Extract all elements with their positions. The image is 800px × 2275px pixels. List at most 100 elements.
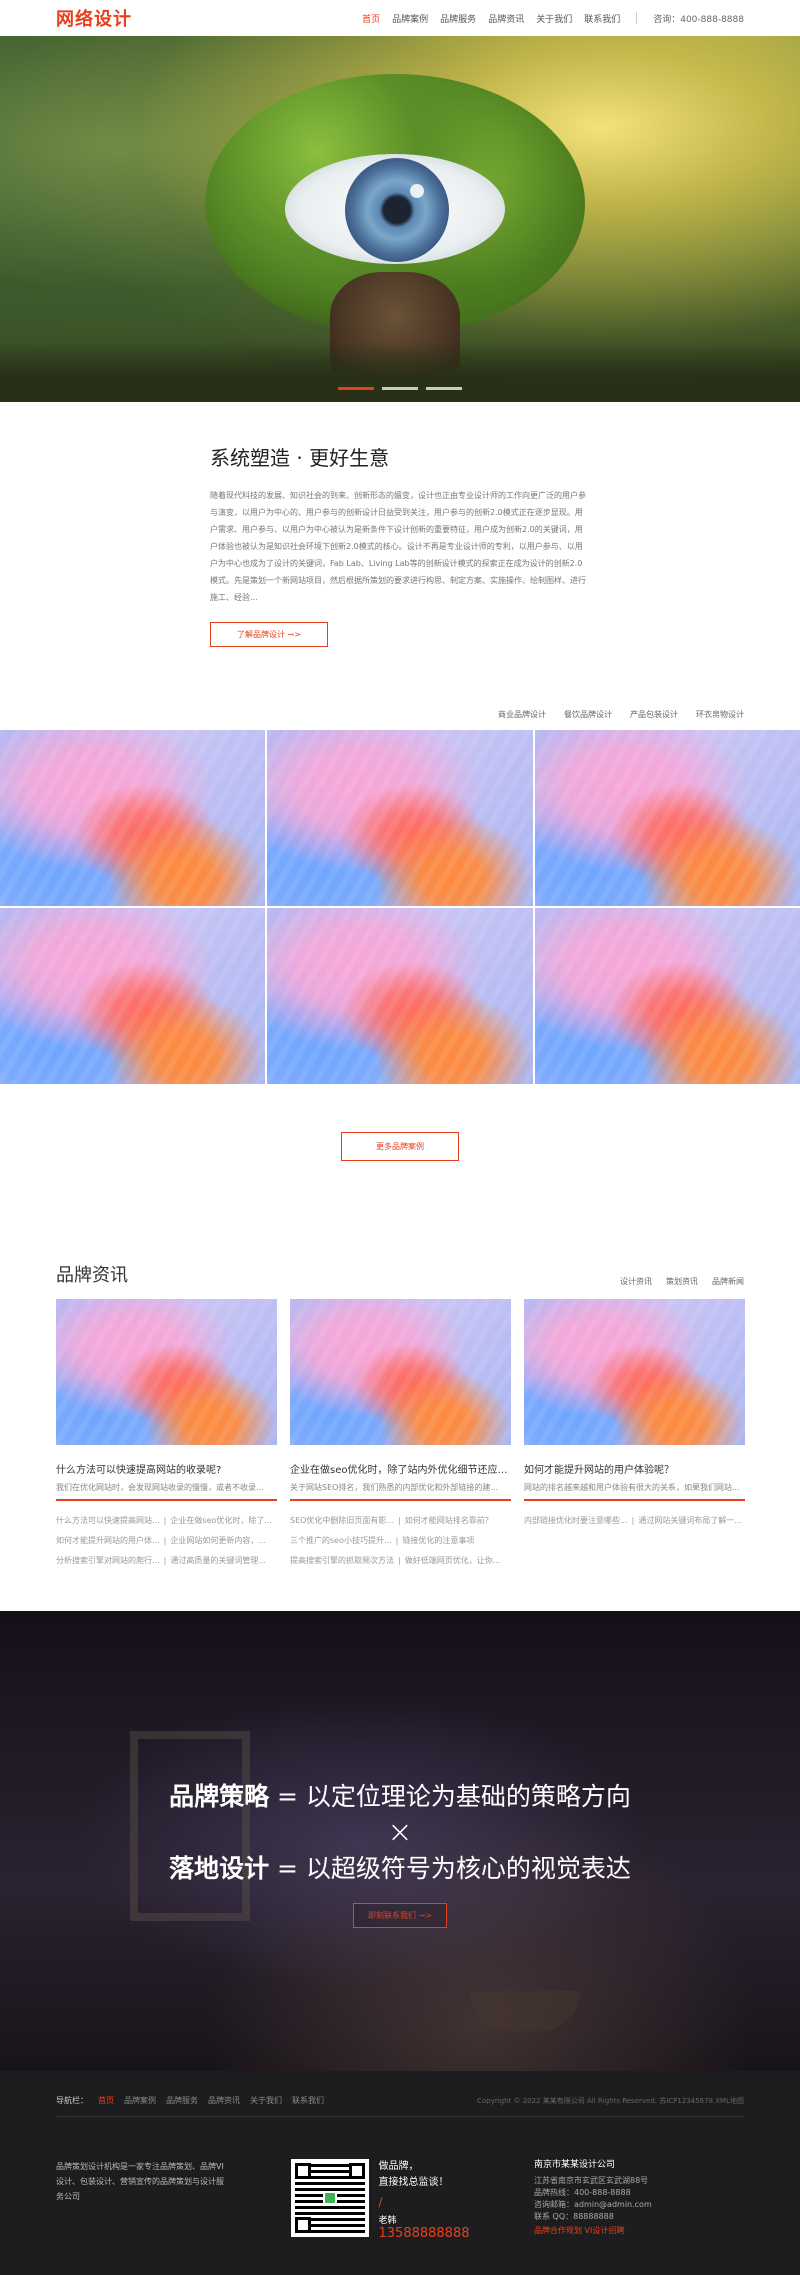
nav-item-news[interactable]: 品牌资讯 <box>488 12 524 25</box>
case-thumbnail[interactable] <box>267 908 533 1084</box>
tab-packaging[interactable]: 产品包装设计 <box>630 709 678 720</box>
nav-item-home[interactable]: 首页 <box>362 12 380 25</box>
site-header: 网络设计 首页 品牌案例 品牌服务 品牌资讯 关于我们 联系我们 咨询：400-… <box>0 0 800 36</box>
slogan-banner: 品牌策略 = 以定位理论为基础的策略方向 × 落地设计 = 以超级符号为核心的视… <box>0 1611 800 2071</box>
news-link[interactable]: 如何才能提升网站的用户体... <box>56 1531 160 1551</box>
news-card-summary: 我们在优化网站时，会发现网站收录的慢慢，或者不收录... <box>56 1482 277 1501</box>
company-name: 南京市某某设计公司 <box>533 2160 615 2170</box>
news-card-title[interactable]: 企业在做seo优化时，除了站内外优化细节还应注... <box>290 1461 511 1476</box>
news-section: 品牌资讯 设计资讯 策划资讯 品牌新闻 什么方法可以快速提高网站的收录呢? 我们… <box>0 1261 800 1611</box>
more-cases-wrap: 更多品牌案例 <box>0 1084 800 1261</box>
nav-item-cases[interactable]: 品牌案例 <box>392 12 428 25</box>
contact-us-button[interactable]: 即刻联系我们 ⊸> <box>353 1903 447 1928</box>
news-grid: 什么方法可以快速提高网站的收录呢? 我们在优化网站时，会发现网站收录的慢慢，或者… <box>56 1299 745 1571</box>
slider-dot-2[interactable] <box>382 387 418 390</box>
nav-item-contact[interactable]: 联系我们 <box>584 12 620 25</box>
news-card: 如何才能提升网站的用户体验呢？ 网站的排名越来越和用户体验有很大的关系，如果我们… <box>524 1299 745 1571</box>
hero-eye-iris <box>345 158 449 262</box>
slider-dot-1[interactable] <box>338 387 374 390</box>
news-thumbnail[interactable] <box>56 1299 277 1445</box>
tab-restaurant-brand[interactable]: 餐饮品牌设计 <box>564 709 612 720</box>
company-email[interactable]: 咨询邮箱：admin@admin.com <box>534 2199 744 2211</box>
hero-banner[interactable] <box>0 36 800 402</box>
case-thumbnail[interactable] <box>0 908 266 1084</box>
slider-dot-3[interactable] <box>426 387 462 390</box>
wechat-qr-code <box>290 2159 369 2237</box>
nav-divider <box>636 12 638 24</box>
company-intro: 品牌策划设计机构是一家专注品牌策划、品牌VI设计、包装设计、营销宣传的品牌策划与… <box>56 2162 224 2201</box>
nav-item-services[interactable]: 品牌服务 <box>440 12 476 25</box>
footer-info: 品牌策划设计机构是一家专注品牌策划、品牌VI设计、包装设计、营销宣传的品牌策划与… <box>56 2159 744 2241</box>
qr-logo-icon <box>322 2191 337 2205</box>
news-link[interactable]: 如何才能网站排名靠前？ <box>405 1511 493 1531</box>
case-gallery <box>0 730 800 1084</box>
news-card-summary: 网站的排名越来越和用户体验有很大的关系，如果我们网站... <box>524 1482 745 1501</box>
more-cases-button[interactable]: 更多品牌案例 <box>341 1132 459 1161</box>
news-card-title[interactable]: 什么方法可以快速提高网站的收录呢? <box>56 1461 277 1476</box>
news-title: 品牌资讯 <box>56 1265 128 1286</box>
footer-nav-contact[interactable]: 联系我们 <box>292 2095 324 2106</box>
footer-nav-label: 导航栏： <box>56 2096 88 2105</box>
tab-design-news[interactable]: 设计资讯 <box>620 1276 652 1287</box>
banner-boat <box>470 1991 580 2031</box>
news-thumbnail[interactable] <box>290 1299 511 1445</box>
news-card-summary: 关于网站SEO排名，我们熟悉的内部优化和外部链接的建... <box>290 1482 511 1501</box>
news-card: 什么方法可以快速提高网站的收录呢? 我们在优化网站时，会发现网站收录的慢慢，或者… <box>56 1299 277 1571</box>
slogan-line-strategy: 品牌策略 = 以定位理论为基础的策略方向 <box>169 1782 631 1811</box>
news-link[interactable]: 通过高质量的关键词管理... <box>170 1551 266 1571</box>
news-card-title[interactable]: 如何才能提升网站的用户体验呢？ <box>524 1461 745 1476</box>
case-thumbnail[interactable] <box>534 908 800 1084</box>
footer-nav-about[interactable]: 关于我们 <box>250 2095 282 2106</box>
news-link[interactable]: 提高搜索引擎的抓取频次方法 <box>290 1551 394 1571</box>
tab-brand-news[interactable]: 品牌新闻 <box>712 1276 744 1287</box>
company-address: 江苏省南京市玄武区玄武湖88号 <box>533 2176 649 2185</box>
qr-caption: 做品牌， 直接找总监谈！ / 老韩 13588888888 <box>379 2159 470 2241</box>
news-link[interactable]: 做好低端网页优化，让你... <box>405 1551 501 1571</box>
news-link-list: 内部链接优化时要注意哪些... | 通过网站关键词布局了解一... <box>524 1511 745 1531</box>
about-title: 系统塑造 · 更好生意 <box>210 446 390 470</box>
nav-item-about[interactable]: 关于我们 <box>536 12 572 25</box>
site-logo[interactable]: 网络设计 <box>56 5 132 31</box>
main-nav: 首页 品牌案例 品牌服务 品牌资讯 关于我们 联系我们 咨询：400-888-8… <box>362 12 744 25</box>
news-link[interactable]: SEO优化中删除旧页面有影... <box>290 1511 394 1531</box>
qr-caption-line2: 直接找总监谈！ <box>378 2177 449 2188</box>
news-link[interactable]: 三个推广的seo小技巧提升... <box>290 1531 392 1551</box>
news-thumbnail[interactable] <box>524 1299 745 1445</box>
case-category-tabs: 商业品牌设计 餐饮品牌设计 产品包装设计 环衣帛物设计 <box>0 709 800 730</box>
news-link[interactable]: 分析搜索引擎对网站的爬行... <box>56 1551 160 1571</box>
footer-nav-cases[interactable]: 品牌案例 <box>124 2095 156 2106</box>
copyright-text: Copyright © 2022 某某有限公司 All Rights Reser… <box>477 2096 744 2105</box>
news-link[interactable]: 链接优化的注意事项 <box>402 1531 474 1551</box>
news-link[interactable]: 通过网站关键词布局了解一... <box>638 1511 742 1531</box>
slogan-line-design: 落地设计 = 以超级符号为核心的视觉表达 <box>169 1854 631 1883</box>
hero-eye-glint <box>410 184 424 198</box>
contact-mobile[interactable]: 13588888888 <box>379 2226 470 2241</box>
about-section: 系统塑造 · 更好生意 随着现代科技的发展、知识社会的到来、创新形态的嬗变，设计… <box>0 402 800 709</box>
footer-tag-links[interactable]: 品牌合作规划 VI设计招聘 <box>534 2225 744 2237</box>
news-link[interactable]: 企业网站如何更新内容，... <box>170 1531 266 1551</box>
company-hotline: 品牌热线：400-888-8888 <box>533 2188 631 2197</box>
tab-planning-news[interactable]: 策划资讯 <box>666 1276 698 1287</box>
footer-nav: 导航栏： 首页 品牌案例 品牌服务 品牌资讯 关于我们 联系我们 <box>56 2095 324 2106</box>
tab-environment[interactable]: 环衣帛物设计 <box>696 709 744 720</box>
footer-nav-home[interactable]: 首页 <box>98 2095 114 2106</box>
case-thumbnail[interactable] <box>267 730 533 906</box>
contact-person: 老韩 <box>378 2216 397 2226</box>
tab-commercial-brand[interactable]: 商业品牌设计 <box>498 709 546 720</box>
hotline-text: 咨询：400-888-8888 <box>653 14 744 25</box>
slogan-cross: × <box>387 1815 413 1850</box>
news-link[interactable]: 什么方法可以快速提高网站... <box>56 1511 160 1531</box>
case-thumbnail[interactable] <box>534 730 800 906</box>
news-link[interactable]: 内部链接优化时要注意哪些... <box>524 1511 628 1531</box>
case-thumbnail[interactable] <box>0 730 266 906</box>
learn-more-button[interactable]: 了解品牌设计 ⊸> <box>210 622 328 647</box>
news-link-list: SEO优化中删除旧页面有影... | 如何才能网站排名靠前？ 三个推广的seo小技巧… <box>290 1511 511 1571</box>
qr-caption-line1: 做品牌， <box>378 2161 419 2172</box>
about-body: 随着现代科技的发展、知识社会的到来、创新形态的嬗变，设计也正由专业设计师的工作向… <box>210 491 586 602</box>
footer-nav-news[interactable]: 品牌资讯 <box>208 2095 240 2106</box>
news-card: 企业在做seo优化时，除了站内外优化细节还应注... 关于网站SEO排名，我们熟… <box>290 1299 511 1571</box>
news-link[interactable]: 企业在做seo优化时，除了... <box>170 1511 272 1531</box>
company-qq: 联系 QQ：88888888 <box>533 2212 614 2221</box>
qr-contact-block: 做品牌， 直接找总监谈！ / 老韩 13588888888 <box>290 2159 470 2241</box>
footer-nav-services[interactable]: 品牌服务 <box>166 2095 198 2106</box>
